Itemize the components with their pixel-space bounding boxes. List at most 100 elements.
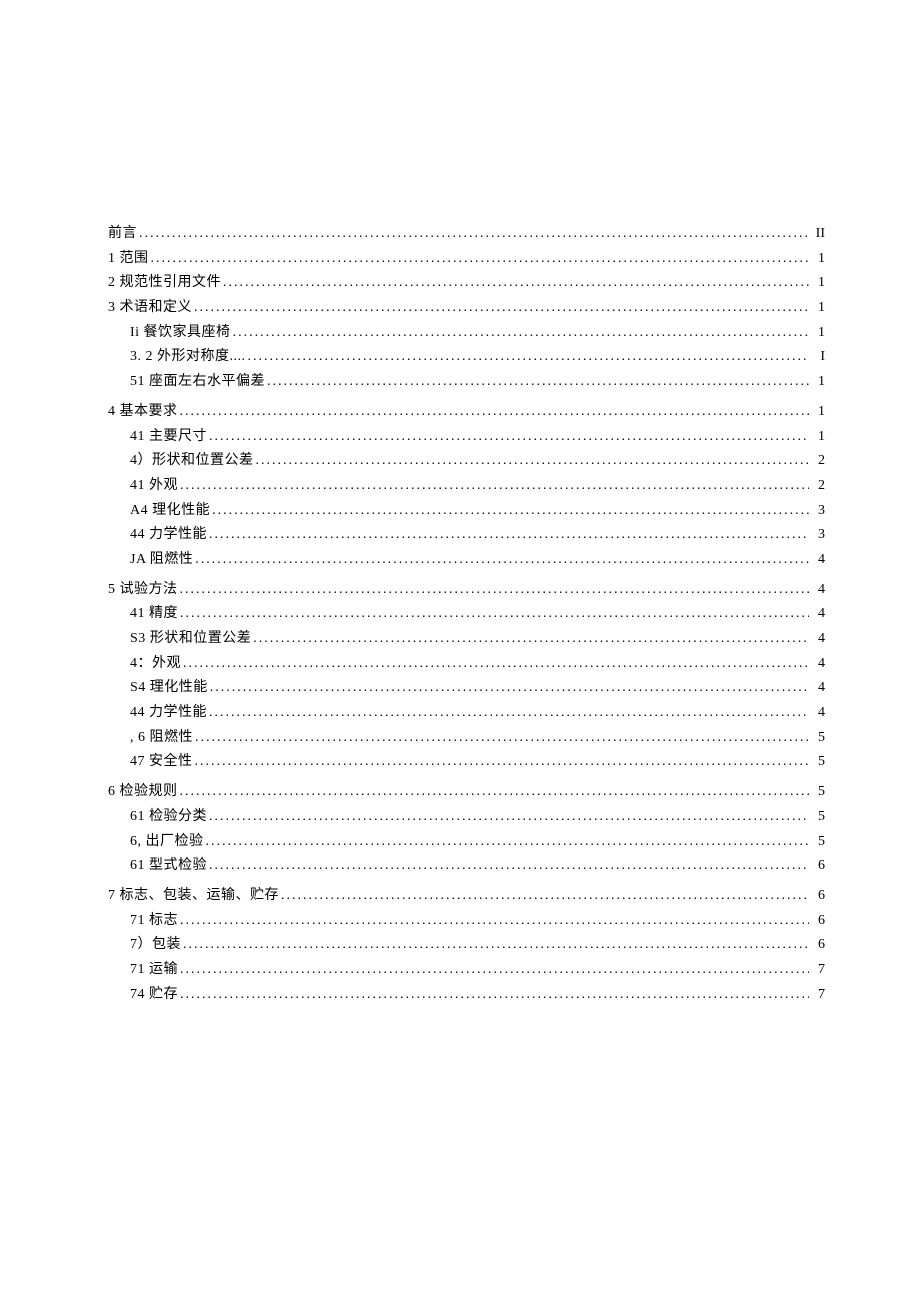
toc-entry: JA 阻燃性 4 xyxy=(108,551,825,569)
toc-entry: , 6 阻燃性5 xyxy=(108,729,825,747)
toc-entry-page: I xyxy=(811,348,825,366)
toc-entry-page: 5 xyxy=(811,833,825,851)
toc-entry: 44 力学性能4 xyxy=(108,704,825,722)
toc-entry: A4 理化性能 3 xyxy=(108,502,825,520)
toc-entry-label: 61 检验分类 xyxy=(130,808,207,826)
toc-leader-dots xyxy=(212,502,809,520)
toc-entry-page: 1 xyxy=(811,274,825,292)
toc-leader-dots xyxy=(209,526,809,544)
toc-leader-dots xyxy=(180,783,810,801)
toc-leader-dots xyxy=(256,452,810,470)
toc-entry-label: 6 检验规则 xyxy=(108,783,178,801)
toc-entry-label: 4）形状和位置公差 xyxy=(130,452,254,470)
toc-leader-dots xyxy=(195,551,809,569)
toc-entry-label: 74 贮存 xyxy=(130,986,178,1004)
toc-leader-dots xyxy=(180,961,809,979)
toc-entry-label: 1 范围 xyxy=(108,250,149,268)
toc-leader-dots xyxy=(180,986,809,1004)
toc-entry-page: 5 xyxy=(811,753,825,771)
toc-entry: 前言 II xyxy=(108,225,825,243)
toc-entry: 61 检验分类 5 xyxy=(108,808,825,826)
toc-entry-page: 6 xyxy=(811,936,825,954)
toc-leader-dots xyxy=(139,225,809,243)
toc-entry-label: 41 外观 xyxy=(130,477,178,495)
toc-entry-page: 3 xyxy=(811,502,825,520)
toc-entry-page: 1 xyxy=(811,250,825,268)
toc-leader-dots xyxy=(194,299,809,317)
toc-entry-label: S4 理化性能 xyxy=(130,679,208,697)
toc-leader-dots xyxy=(180,912,809,930)
toc-entry-label: 5 试验方法 xyxy=(108,581,178,599)
toc-entry-page: 1 xyxy=(811,299,825,317)
toc-entry-label: JA 阻燃性 xyxy=(130,551,193,569)
toc-entry: Ii 餐饮家具座椅 1 xyxy=(108,324,825,342)
toc-leader-dots xyxy=(248,348,810,366)
toc-leader-dots xyxy=(209,808,809,826)
toc-entry-label: 41 精度 xyxy=(130,605,178,623)
toc-entry-page: 4 xyxy=(811,630,825,648)
toc-entry-label: 4：外观 xyxy=(130,655,181,673)
toc-entry-page: 1 xyxy=(811,324,825,342)
toc-entry: 4：外观 4 xyxy=(108,655,825,673)
toc-leader-dots xyxy=(223,274,809,292)
toc-leader-dots xyxy=(267,373,809,391)
toc-entry: 41 主要尺寸1 xyxy=(108,428,825,446)
toc-leader-dots xyxy=(209,704,809,722)
toc-entry: 1 范围 1 xyxy=(108,250,825,268)
toc-entry-page: 1 xyxy=(811,373,825,391)
toc-leader-dots xyxy=(206,833,810,851)
toc-entry-label: Ii 餐饮家具座椅 xyxy=(130,324,231,342)
toc-entry: 2 规范性引用文件 1 xyxy=(108,274,825,292)
toc-entry-page: 1 xyxy=(811,428,825,446)
toc-entry: 61 型式检验6 xyxy=(108,857,825,875)
toc-entry-page: 7 xyxy=(811,961,825,979)
table-of-contents: 前言II1 范围12 规范性引用文件13 术语和定义1Ii 餐饮家具座椅13. … xyxy=(108,225,825,1004)
toc-entry-page: 5 xyxy=(811,808,825,826)
toc-entry-label: , 6 阻燃性 xyxy=(130,729,193,747)
toc-entry-page: 4 xyxy=(811,581,825,599)
toc-leader-dots xyxy=(180,403,810,421)
toc-leader-dots xyxy=(209,428,809,446)
toc-entry: 6, 出厂检验5 xyxy=(108,833,825,851)
toc-entry: 6 检验规则5 xyxy=(108,783,825,801)
toc-entry: S4 理化性能 4 xyxy=(108,679,825,697)
toc-entry-page: 1 xyxy=(811,403,825,421)
toc-entry-label: 44 力学性能 xyxy=(130,526,207,544)
toc-entry-label: 2 规范性引用文件 xyxy=(108,274,221,292)
toc-entry: 4 基本要求1 xyxy=(108,403,825,421)
toc-entry: 4）形状和位置公差2 xyxy=(108,452,825,470)
toc-entry-page: 4 xyxy=(811,704,825,722)
toc-entry: 71 运输 7 xyxy=(108,961,825,979)
toc-entry-label: 71 运输 xyxy=(130,961,178,979)
toc-entry-page: 4 xyxy=(811,551,825,569)
toc-entry-label: 71 标志 xyxy=(130,912,178,930)
toc-leader-dots xyxy=(195,729,809,747)
toc-entry-label: 7 标志、包装、运输、贮存 xyxy=(108,887,279,905)
toc-leader-dots xyxy=(180,581,810,599)
toc-entry-label: S3 形状和位置公差 xyxy=(130,630,251,648)
toc-entry: 5 试验方法 4 xyxy=(108,581,825,599)
toc-entry: 51 座面左右水平偏差 1 xyxy=(108,373,825,391)
toc-entry: 41 外观 2 xyxy=(108,477,825,495)
toc-entry-label: 前言 xyxy=(108,225,137,243)
toc-leader-dots xyxy=(183,936,809,954)
toc-entry-page: 4 xyxy=(811,655,825,673)
toc-leader-dots xyxy=(183,655,809,673)
toc-entry-label: 7）包装 xyxy=(130,936,181,954)
toc-entry: 74 贮存7 xyxy=(108,986,825,1004)
toc-entry: 3. 2 外形对称度....I xyxy=(108,348,825,366)
toc-leader-dots xyxy=(233,324,809,342)
toc-entry: 7 标志、包装、运输、贮存6 xyxy=(108,887,825,905)
toc-leader-dots xyxy=(151,250,810,268)
toc-leader-dots xyxy=(253,630,809,648)
toc-entry-page: 6 xyxy=(811,912,825,930)
toc-entry-label: A4 理化性能 xyxy=(130,502,210,520)
toc-entry: 41 精度4 xyxy=(108,605,825,623)
toc-entry-page: 2 xyxy=(811,477,825,495)
toc-entry-page: II xyxy=(811,225,825,243)
toc-entry-label: 51 座面左右水平偏差 xyxy=(130,373,265,391)
toc-entry-page: 3 xyxy=(811,526,825,544)
toc-entry-page: 4 xyxy=(811,679,825,697)
toc-entry-label: 61 型式检验 xyxy=(130,857,207,875)
toc-leader-dots xyxy=(210,679,809,697)
